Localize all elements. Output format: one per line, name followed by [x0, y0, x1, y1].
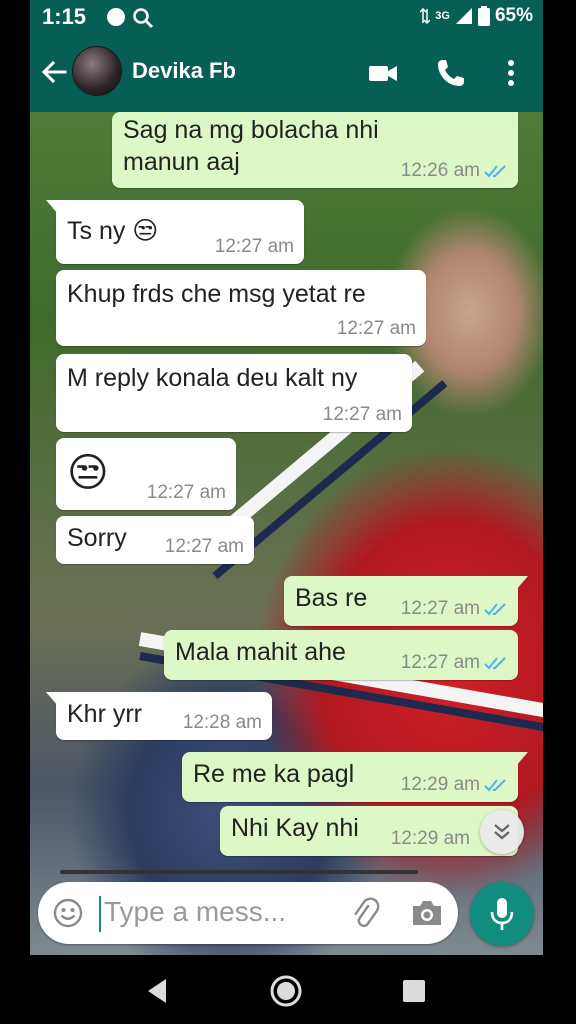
message-text: Khup frds che msg yetat re	[67, 280, 366, 308]
read-ticks-icon	[484, 603, 506, 616]
nav-home-icon[interactable]	[268, 973, 304, 1009]
message-time: 12:27 am	[400, 652, 480, 673]
chat-area[interactable]: Sag na mg bolacha nhi manun aaj 12:26 am…	[30, 112, 543, 955]
network-type: 3G	[435, 10, 450, 22]
message-outgoing[interactable]: Re me ka pagl 12:29 am	[182, 752, 528, 802]
message-text: M reply konala deu kalt ny	[67, 364, 358, 392]
chat-header: Devika Fb	[30, 34, 543, 112]
status-time: 1:15	[42, 4, 87, 29]
message-incoming[interactable]: Ts ny 😒 12:27 am	[46, 200, 304, 264]
message-time: 12:27 am	[146, 482, 226, 503]
message-time: 12:26 am	[400, 160, 480, 181]
message-text: Ts ny 😒	[67, 217, 159, 245]
emoji-icon[interactable]	[52, 897, 84, 929]
message-input[interactable]: Type a mess...	[104, 896, 286, 928]
status-bar: 1:15 3G 65%	[30, 0, 543, 34]
message-emoji: 😒	[67, 451, 109, 495]
message-incoming[interactable]: Khr yrr 12:28 am	[46, 692, 272, 740]
data-arrows-icon	[420, 8, 431, 24]
message-time: 12:29 am	[390, 828, 470, 849]
nav-back-icon[interactable]	[140, 973, 176, 1009]
read-ticks-icon	[484, 165, 506, 178]
message-outgoing[interactable]: Mala mahit ahe 12:27 am	[164, 630, 518, 680]
read-ticks-icon	[484, 657, 506, 670]
message-incoming[interactable]: Sorry 12:27 am	[56, 516, 254, 564]
signal-icon	[455, 8, 472, 24]
message-outgoing[interactable]: Sag na mg bolacha nhi manun aaj 12:26 am	[112, 112, 518, 188]
search-icon	[133, 8, 153, 28]
back-arrow-icon[interactable]	[38, 56, 70, 88]
divider	[60, 870, 418, 874]
message-text: Re me ka pagl	[193, 760, 355, 788]
message-composer[interactable]: Type a mess...	[38, 882, 458, 944]
nav-recents-icon[interactable]	[396, 973, 432, 1009]
message-time: 12:27 am	[164, 536, 244, 557]
message-incoming[interactable]: M reply konala deu kalt ny 12:27 am	[56, 354, 412, 432]
video-call-icon[interactable]	[366, 56, 400, 90]
more-options-icon[interactable]	[494, 56, 528, 90]
scroll-down-button[interactable]	[480, 810, 524, 854]
message-text: Mala mahit ahe	[175, 638, 346, 666]
message-text: Bas re	[295, 584, 368, 612]
scroll-down-icon	[494, 824, 510, 840]
camera-icon[interactable]	[410, 898, 444, 928]
message-outgoing[interactable]: Bas re 12:27 am	[284, 576, 528, 626]
message-time: 12:27 am	[214, 236, 294, 257]
message-text: Nhi Kay nhi	[231, 814, 359, 842]
phone-screen: 1:15 3G 65% Devika Fb Sag na mg bolacha …	[30, 0, 543, 955]
message-text-line1: Sag na mg bolacha nhi	[123, 116, 379, 144]
phone-call-icon[interactable]	[434, 56, 468, 90]
message-time: 12:27 am	[400, 598, 480, 619]
message-time: 12:27 am	[336, 318, 416, 339]
message-outgoing[interactable]: Nhi Kay nhi 12:29 am	[220, 806, 518, 856]
text-cursor	[99, 896, 101, 932]
mic-button[interactable]	[470, 882, 534, 946]
message-incoming[interactable]: Khup frds che msg yetat re 12:27 am	[56, 270, 426, 346]
message-time: 12:28 am	[182, 712, 262, 733]
system-nav-bar	[0, 955, 576, 1024]
message-time: 12:27 am	[322, 404, 402, 425]
message-time: 12:29 am	[400, 774, 480, 795]
battery-level: 65%	[494, 5, 533, 26]
battery-icon	[477, 6, 490, 26]
read-ticks-icon	[484, 779, 506, 792]
message-text-line2: manun aaj	[123, 148, 240, 176]
notification-dot-icon	[107, 8, 125, 26]
message-text: Sorry	[67, 524, 127, 552]
avatar[interactable]	[72, 46, 122, 96]
attach-icon[interactable]	[348, 896, 382, 930]
mic-icon	[490, 898, 514, 930]
contact-name[interactable]: Devika Fb	[132, 58, 236, 84]
message-incoming[interactable]: 😒 12:27 am	[56, 438, 236, 510]
message-text: Khr yrr	[67, 700, 142, 728]
